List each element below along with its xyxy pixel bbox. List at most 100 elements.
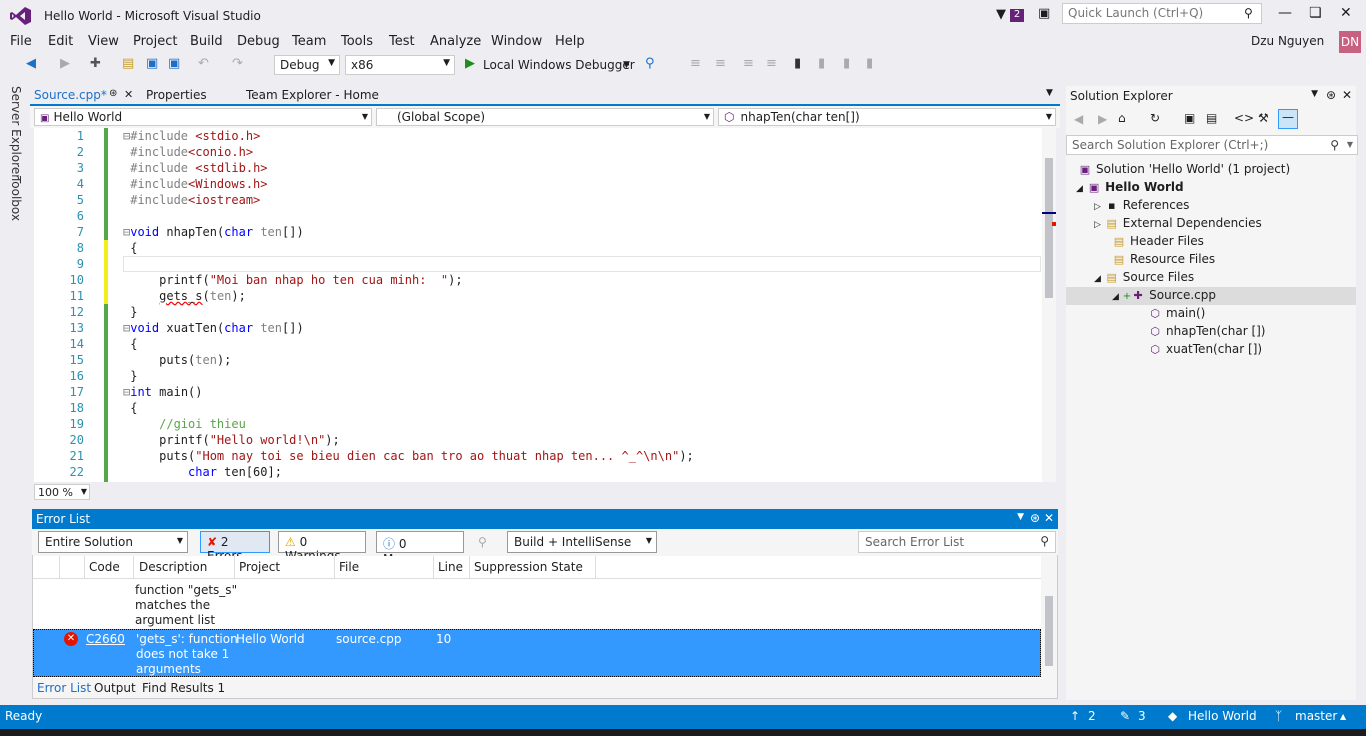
- collapse-icon[interactable]: ▣: [1184, 111, 1195, 125]
- panel-pin-icon[interactable]: ⊛: [1030, 511, 1040, 525]
- build-filter-select[interactable]: Build + IntelliSense ▼: [507, 531, 657, 553]
- find-icon[interactable]: ⚲: [645, 56, 655, 71]
- tree-header-files[interactable]: ▤ Header Files: [1112, 234, 1204, 248]
- warnings-filter-button[interactable]: ⚠ 0 Warnings: [278, 531, 366, 563]
- solution-search-input[interactable]: Search Solution Explorer (Ctrl+;) ⚲ ▼: [1066, 135, 1358, 155]
- unpublished-count[interactable]: 2: [1088, 709, 1096, 723]
- tree-solution[interactable]: ▣ Solution 'Hello World' (1 project): [1078, 162, 1290, 176]
- tab-properties[interactable]: Properties: [146, 88, 207, 102]
- search-icon[interactable]: ⚲: [1244, 6, 1253, 20]
- forward-icon[interactable]: ▶: [1098, 112, 1107, 126]
- panel-pin-icon[interactable]: ⊛: [1326, 88, 1336, 102]
- forward-icon[interactable]: ▶: [60, 56, 70, 71]
- messages-filter-button[interactable]: ⓘ 0 Messages: [376, 531, 464, 566]
- tree-source-cpp[interactable]: ◢ + ✚ Source.cpp: [1112, 288, 1216, 302]
- play-icon[interactable]: ▶: [465, 56, 475, 71]
- branch-dropdown-icon[interactable]: ▲: [1340, 712, 1346, 721]
- clear-filter-icon[interactable]: ⚲: [478, 535, 487, 549]
- menu-build[interactable]: Build: [190, 34, 223, 49]
- sync-icon[interactable]: ↻: [1150, 111, 1160, 125]
- tree-references[interactable]: ▷ ▪ References: [1094, 198, 1189, 212]
- menu-view[interactable]: View: [88, 34, 119, 49]
- tree-source-files[interactable]: ◢ ▤ Source Files: [1094, 270, 1194, 284]
- user-name[interactable]: Dzu Nguyen: [1251, 34, 1324, 48]
- next-bookmark-icon[interactable]: ▮: [843, 56, 850, 71]
- comment-icon[interactable]: ≡: [743, 56, 754, 71]
- server-explorer-tab[interactable]: Server Explorer: [9, 86, 23, 179]
- menu-team[interactable]: Team: [292, 34, 326, 49]
- avatar[interactable]: DN: [1339, 31, 1361, 53]
- menu-help[interactable]: Help: [555, 34, 585, 49]
- tab-source-cpp[interactable]: Source.cpp*: [34, 88, 107, 102]
- start-debugger-button[interactable]: Local Windows Debugger: [483, 58, 635, 72]
- menu-debug[interactable]: Debug: [237, 34, 280, 49]
- pencil-icon[interactable]: ✎: [1120, 709, 1130, 723]
- panel-menu-icon[interactable]: ▼: [1017, 512, 1024, 522]
- tab-close-icon[interactable]: ✕: [124, 88, 133, 101]
- properties-icon[interactable]: ⚒: [1258, 111, 1269, 125]
- undo-icon[interactable]: ↶: [198, 56, 209, 71]
- config-select[interactable]: Debug ▼: [274, 55, 340, 75]
- tree-main[interactable]: ⬡ main(): [1148, 306, 1205, 320]
- outdent-icon[interactable]: ≡: [715, 56, 726, 71]
- tree-nhapten[interactable]: ⬡ nhapTen(char []): [1148, 324, 1265, 338]
- tree-xuatten[interactable]: ⬡ xuatTen(char []): [1148, 342, 1262, 356]
- menu-file[interactable]: File: [10, 34, 32, 49]
- pin-icon[interactable]: ⊛: [109, 88, 117, 99]
- minimize-button[interactable]: —: [1278, 5, 1292, 21]
- prev-bookmark-icon[interactable]: ▮: [818, 56, 825, 71]
- home-icon[interactable]: ⌂: [1118, 111, 1126, 125]
- col-file[interactable]: File: [339, 560, 359, 574]
- uncomment-icon[interactable]: ≡: [766, 56, 777, 71]
- scroll-thumb[interactable]: [1045, 158, 1053, 298]
- panel-close-icon[interactable]: ✕: [1044, 511, 1054, 525]
- menu-tools[interactable]: Tools: [341, 34, 373, 49]
- tab-find-results[interactable]: Find Results 1: [142, 681, 225, 695]
- menu-test[interactable]: Test: [389, 34, 415, 49]
- scope-select[interactable]: (Global Scope) ▼: [376, 108, 714, 126]
- open-folder-icon[interactable]: ▤: [122, 56, 134, 71]
- close-button[interactable]: ✕: [1340, 5, 1352, 21]
- view-code-icon[interactable]: <>: [1234, 111, 1254, 125]
- errors-filter-button[interactable]: ✘ 2 Errors: [200, 531, 270, 563]
- col-description[interactable]: Description: [139, 560, 207, 574]
- toolbox-tab[interactable]: Toolbox: [9, 176, 23, 221]
- preview-icon[interactable]: —: [1278, 109, 1298, 129]
- pending-changes-count[interactable]: 3: [1138, 709, 1146, 723]
- tabs-overflow-icon[interactable]: ▼: [1046, 88, 1053, 98]
- back-icon[interactable]: ◀: [1074, 112, 1083, 126]
- project-select[interactable]: ▣ Hello World ▼: [34, 108, 372, 126]
- repository-name[interactable]: Hello World: [1188, 709, 1257, 723]
- notification-badge[interactable]: 2: [1010, 9, 1024, 22]
- redo-icon[interactable]: ↷: [232, 56, 243, 71]
- quick-launch-input[interactable]: Quick Launch (Ctrl+Q): [1062, 3, 1262, 24]
- feedback-icon[interactable]: ▣: [1038, 6, 1050, 21]
- error-row-2[interactable]: ✕ C2660 'gets_s': function does not take…: [33, 629, 1041, 677]
- platform-select[interactable]: x86 ▼: [345, 55, 455, 75]
- show-files-icon[interactable]: ▤: [1206, 111, 1217, 125]
- error-search-input[interactable]: Search Error List ⚲: [858, 531, 1056, 553]
- maximize-button[interactable]: ❏: [1309, 5, 1322, 21]
- code-editor[interactable]: 1 2 3 4 5 6 7 8 9 10 11 12 13 14 15 16 17 18 19 20 21 22 ⊟#in…: [34, 128, 1042, 482]
- zoom-select[interactable]: 100 % ▼: [34, 484, 90, 500]
- member-select[interactable]: ⬡ nhapTen(char ten[]) ▼: [718, 108, 1056, 126]
- save-all-icon[interactable]: ▣: [168, 56, 180, 71]
- menu-analyze[interactable]: Analyze: [430, 34, 481, 49]
- tab-output[interactable]: Output: [94, 681, 136, 695]
- editor-scrollbar[interactable]: [1042, 128, 1056, 482]
- scope-select[interactable]: Entire Solution ▼: [38, 531, 188, 553]
- save-icon[interactable]: ▣: [146, 56, 158, 71]
- menu-edit[interactable]: Edit: [48, 34, 73, 49]
- debugger-dropdown-icon[interactable]: ▼: [623, 60, 630, 70]
- tree-resource-files[interactable]: ▤ Resource Files: [1112, 252, 1215, 266]
- col-project[interactable]: Project: [239, 560, 280, 574]
- panel-close-icon[interactable]: ✕: [1342, 88, 1352, 102]
- branch-name[interactable]: master: [1295, 709, 1337, 723]
- filter-icon[interactable]: ▼: [996, 7, 1006, 22]
- error-row-1[interactable]: function "gets_s" matches the argument l…: [135, 583, 237, 628]
- error-code-link[interactable]: C2660: [86, 632, 125, 647]
- menu-project[interactable]: Project: [133, 34, 177, 49]
- branch-icon[interactable]: ᛉ: [1275, 709, 1282, 723]
- panel-menu-icon[interactable]: ▼: [1311, 89, 1318, 99]
- back-icon[interactable]: ◀: [26, 56, 36, 71]
